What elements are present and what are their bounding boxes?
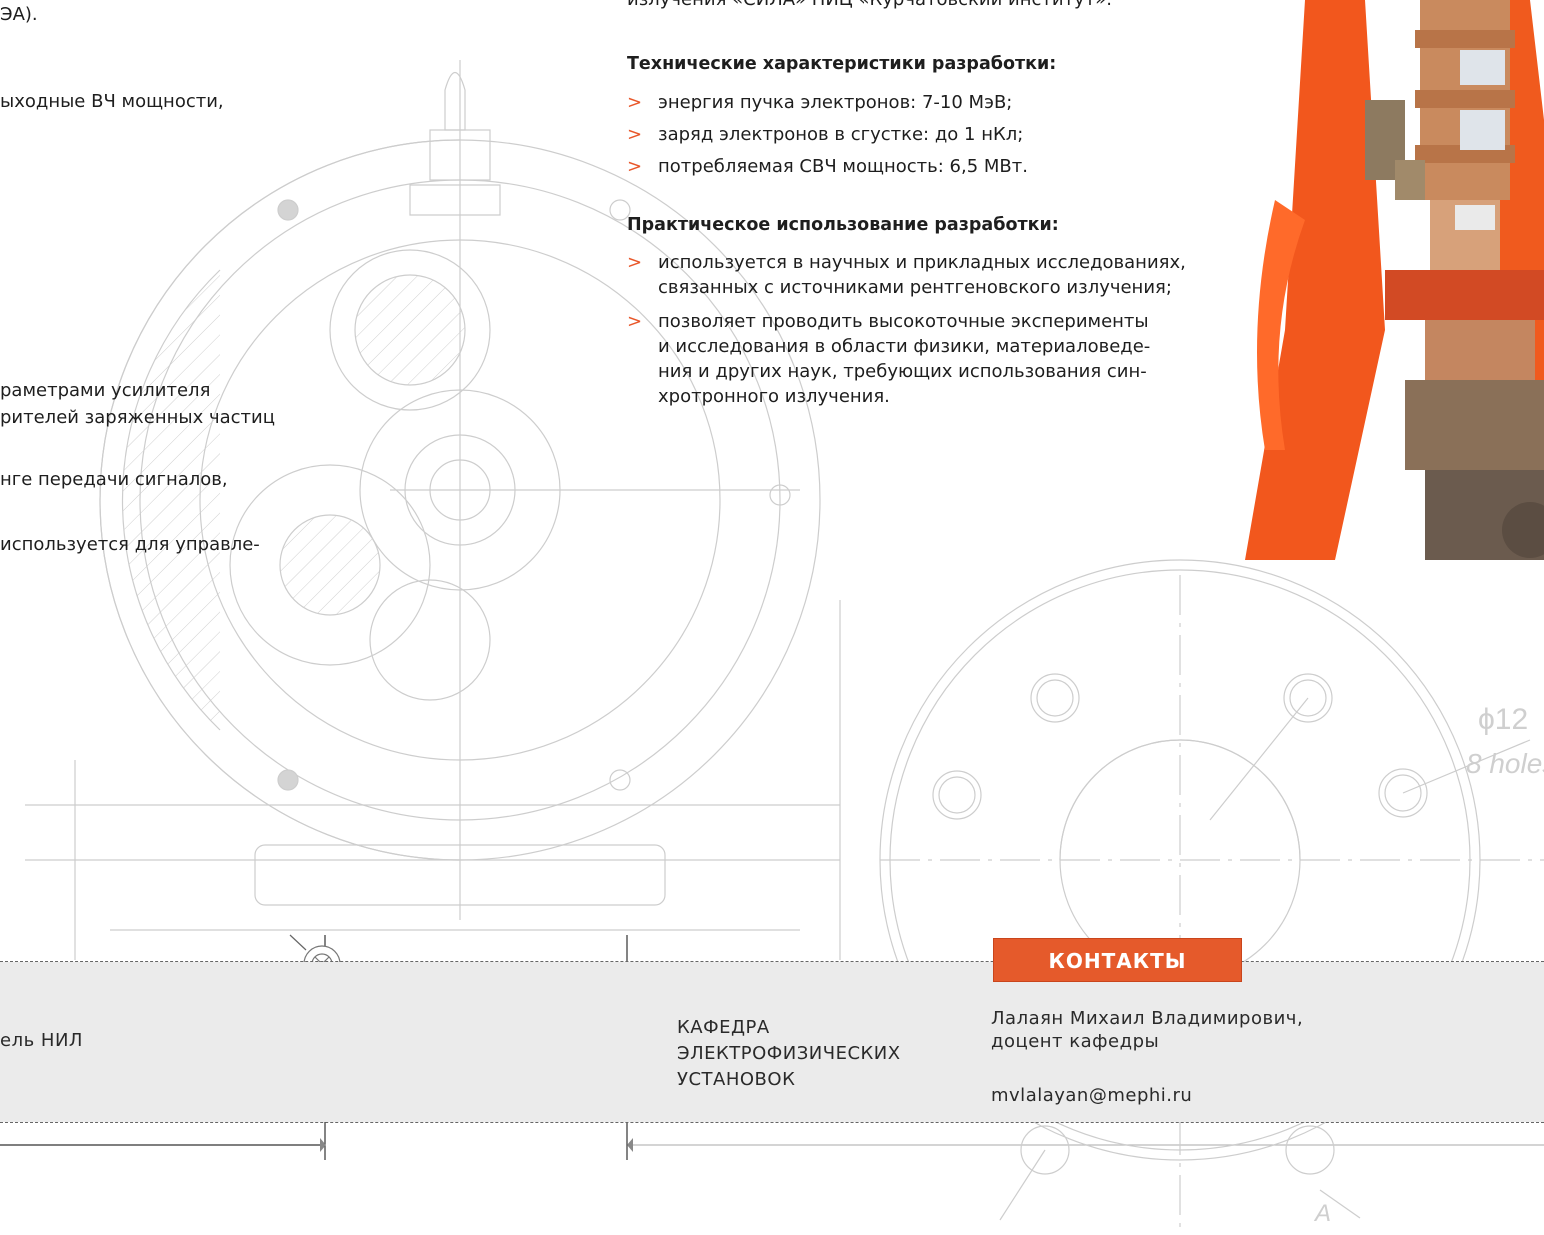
department-name: КАФЕДРА ЭЛЕКТРОФИЗИЧЕСКИХ УСТАНОВОК [677,1017,901,1090]
list-item: > позволяет проводить высокоточные экспер… [627,309,1186,409]
list-item: > заряд электронов в сгустке: до 1 нКл; [627,122,1028,147]
list-item-text: позволяет проводить высокоточные экспери… [658,311,1151,407]
tech-specs-list: > энергия пучка электронов: 7-10 МэВ; > за… [627,90,1028,186]
list-item-text: энергия пучка электронов: 7-10 МэВ; [658,92,1013,113]
left-fragment-line5: используется для управле- [0,534,260,555]
list-item-text: заряд электронов в сгустке: до 1 нКл; [658,124,1024,145]
band-bottom-dashed-line [0,1122,1544,1123]
left-fragment-line2: ыходные ВЧ мощности, [0,91,224,112]
band-top-dashed-line [0,961,1544,962]
accelerator-photo [1245,0,1544,560]
holes-label: 8 holes [1466,748,1544,779]
bullet-arrow-icon: > [627,252,643,273]
list-item: > энергия пучка электронов: 7-10 МэВ; [627,90,1028,115]
tech-specs-heading: Технические характеристики разработки: [627,54,1057,74]
bullet-arrow-icon: > [627,311,643,332]
left-fragment-line4: нге передачи сигналов, [0,469,228,490]
contact-email[interactable]: mvlalayan@mephi.ru [991,1083,1192,1109]
usage-list: > используется в научных и прикладных исс… [627,250,1186,416]
left-fragment-line3b: рителей заряженных частиц [0,407,275,428]
diameter-label: ϕ12 [1478,703,1529,736]
bullet-arrow-icon: > [627,124,643,145]
list-item: > используется в научных и прикладных исс… [627,250,1186,300]
left-fragment-line1: ЭА). [0,4,38,25]
contacts-label: КОНТАКТЫ [993,938,1242,982]
bullet-arrow-icon: > [627,156,643,177]
top-cut-line: излучения «СИЛА» НИЦ «Курчатовский инсти… [627,0,1112,13]
left-fragment-line3a: раметрами усилителя [0,380,211,401]
usage-heading: Практическое использование разработки: [627,215,1059,235]
bullet-arrow-icon: > [627,92,643,113]
contact-position: доцент кафедры [991,1031,1160,1052]
list-item-text: используется в научных и прикладных иссл… [658,252,1186,298]
section-a-label: A [1315,1200,1332,1227]
list-item-text: потребляемая СВЧ мощность: 6,5 МВт. [658,156,1028,177]
left-role-fragment: ель НИЛ [0,1030,83,1051]
list-item: > потребляемая СВЧ мощность: 6,5 МВт. [627,154,1028,179]
